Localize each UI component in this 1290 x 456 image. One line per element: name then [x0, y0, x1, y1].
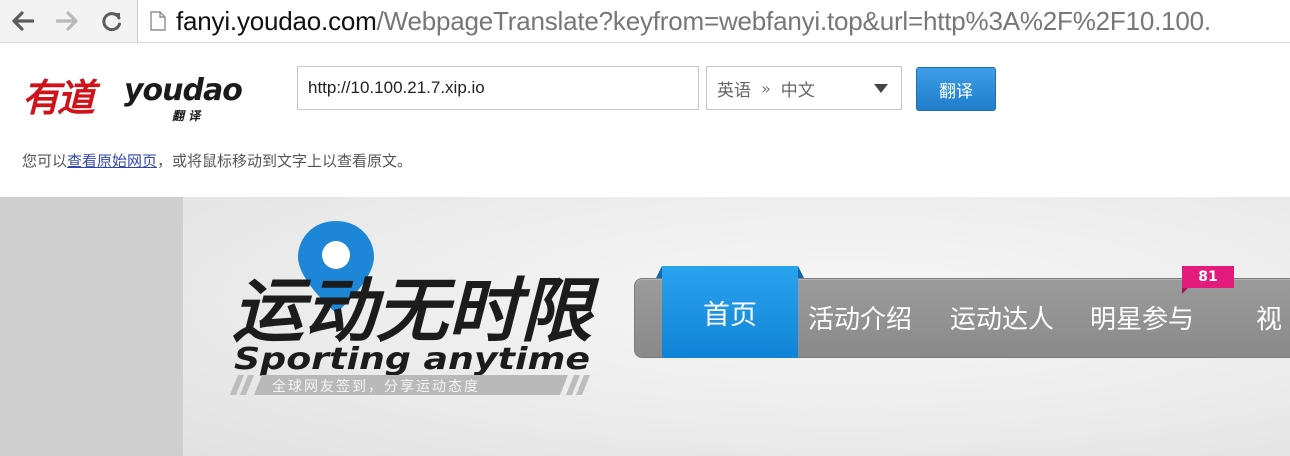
- tip-suffix: ，或将鼠标移动到文字上以查看原文。: [157, 152, 413, 170]
- back-button[interactable]: [6, 6, 40, 36]
- nav-item-video[interactable]: 视: [1256, 278, 1282, 356]
- site-logo[interactable]: 运动无时限 Sporting anytime 全球网友签到，分享运动态度: [228, 217, 608, 407]
- count-badge: 81: [1182, 266, 1234, 294]
- back-arrow-icon: [12, 11, 34, 31]
- language-arrow: »: [761, 78, 771, 98]
- reload-icon: [102, 12, 121, 32]
- browser-toolbar: fanyi.youdao.com/WebpageTranslate?keyfro…: [0, 0, 1290, 43]
- language-to: 中文: [780, 80, 815, 101]
- nav-item-athletes[interactable]: 运动达人: [950, 278, 1054, 356]
- language-from: 英语: [717, 80, 751, 101]
- site-logo-en: Sporting anytime: [234, 342, 590, 377]
- url-input[interactable]: [297, 66, 699, 110]
- youdao-logo-cn: 有道: [22, 75, 95, 120]
- page-icon: [150, 11, 166, 31]
- nav-item-home[interactable]: 首页: [656, 266, 804, 358]
- tip-prefix: 您可以: [22, 152, 68, 170]
- nav-item-activities[interactable]: 活动介绍: [808, 278, 912, 356]
- address-text: fanyi.youdao.com/WebpageTranslate?keyfro…: [176, 6, 1211, 37]
- youdao-logo-sub: 翻 译: [172, 109, 201, 123]
- address-bar[interactable]: fanyi.youdao.com/WebpageTranslate?keyfro…: [137, 0, 1290, 42]
- page-left-margin: [0, 197, 183, 456]
- site-logo-slogan: 全球网友签到，分享运动态度: [272, 378, 480, 395]
- youdao-translate-bar: 有道 youdao 翻 译 英语 » 中文 翻译 您可以查看原始网页，或将鼠标移…: [0, 43, 1290, 197]
- view-original-link[interactable]: 查看原始网页: [67, 152, 157, 170]
- youdao-logo-en: youdao: [124, 73, 243, 108]
- nav-item-celebrities[interactable]: 明星参与: [1090, 278, 1194, 356]
- dropdown-caret-icon: [874, 84, 888, 93]
- translate-button[interactable]: 翻译: [916, 67, 996, 111]
- address-domain: fanyi.youdao.com: [176, 5, 377, 36]
- site-logo-title: 运动无时限: [232, 270, 600, 352]
- reload-button[interactable]: [95, 6, 129, 36]
- forward-arrow-icon: [56, 11, 78, 31]
- language-select[interactable]: 英语 » 中文: [706, 66, 902, 110]
- youdao-logo[interactable]: 有道 youdao 翻 译: [22, 67, 262, 127]
- view-original-tip: 您可以查看原始网页，或将鼠标移动到文字上以查看原文。: [22, 150, 412, 171]
- forward-button[interactable]: [50, 6, 84, 36]
- address-path: /WebpageTranslate?keyfrom=webfanyi.top&u…: [376, 5, 1212, 36]
